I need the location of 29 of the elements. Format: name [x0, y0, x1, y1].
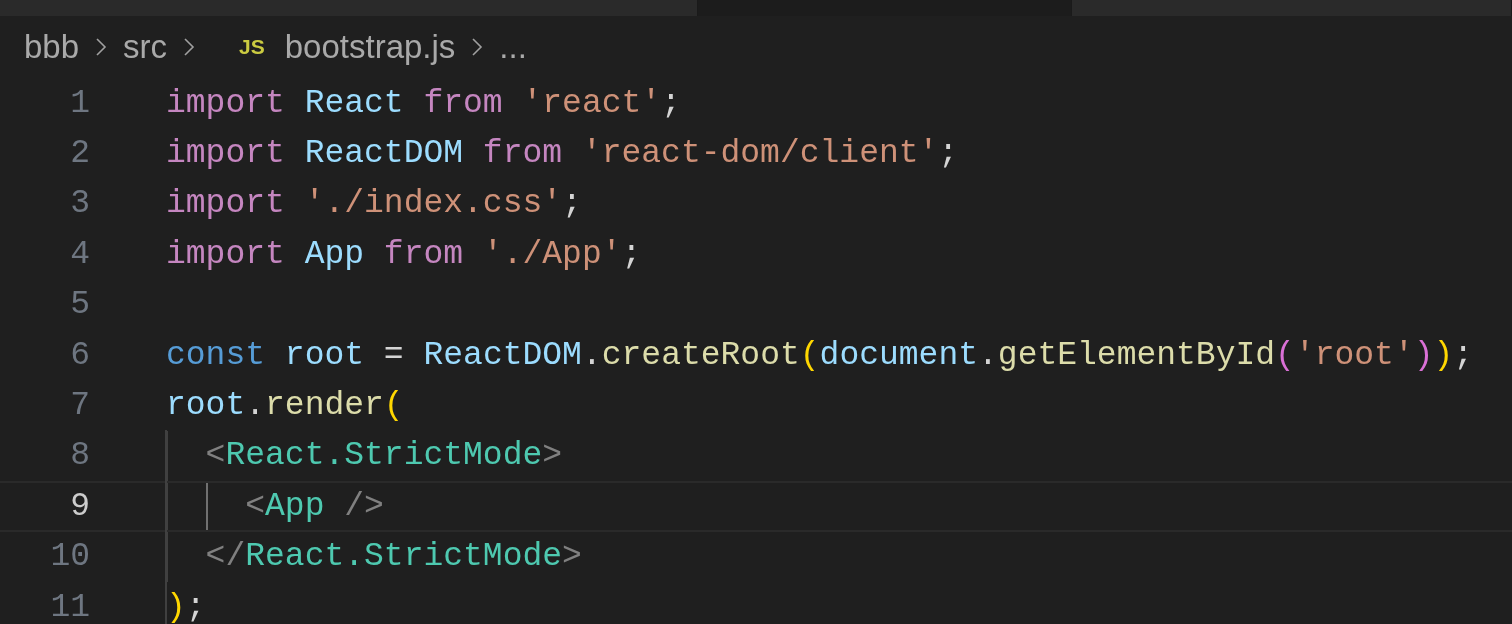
code-line: import ReactDOM from 'react-dom/client'; — [166, 135, 959, 173]
code-line: </React.StrictMode> — [204, 538, 582, 576]
line-number: 9 — [69, 487, 90, 525]
line-number: 7 — [69, 387, 90, 425]
line-number: 10 — [49, 538, 90, 576]
chevron-right-icon — [95, 37, 108, 57]
code-line: import App from './App'; — [166, 235, 642, 273]
line-number: 1 — [69, 84, 90, 122]
line-number: 2 — [69, 135, 90, 173]
code-line: root.render( — [166, 387, 404, 425]
chevron-right-icon — [471, 37, 484, 57]
javascript-file-icon: JS — [239, 35, 265, 59]
line-number: 11 — [49, 588, 90, 624]
chevron-right-icon — [183, 37, 196, 57]
line-number: 3 — [69, 185, 90, 223]
breadcrumb-item[interactable]: bootstrap.js — [284, 28, 456, 66]
line-number: 6 — [69, 336, 90, 374]
breadcrumb-item[interactable]: ... — [499, 28, 527, 66]
line-number: 5 — [69, 286, 90, 324]
code-line: import React from 'react'; — [166, 84, 681, 122]
breadcrumb-item[interactable]: bbb — [24, 28, 80, 66]
line-number: 8 — [69, 437, 90, 475]
code-line: const root = ReactDOM.createRoot(document.getElementById('root')); — [166, 336, 1474, 374]
code-line: import './index.css'; — [166, 185, 582, 223]
code-line: ); — [166, 588, 206, 624]
breadcrumb-item[interactable]: src — [123, 28, 168, 66]
code-line: <React.StrictMode> — [204, 437, 563, 475]
code-line: <App /> — [244, 487, 384, 525]
line-number: 4 — [69, 235, 90, 273]
